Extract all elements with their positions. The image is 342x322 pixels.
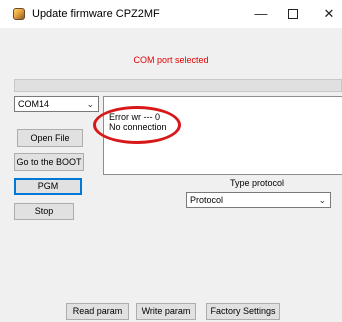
annotation-circle xyxy=(93,106,181,144)
stop-button[interactable]: Stop xyxy=(14,203,74,220)
maximize-icon xyxy=(288,8,298,19)
progress-bar xyxy=(14,79,342,92)
factory-settings-button[interactable]: Factory Settings xyxy=(206,303,280,320)
protocol-select[interactable]: Protocol ⌄ xyxy=(186,192,331,208)
write-param-button[interactable]: Write param xyxy=(136,303,196,320)
maximize-button[interactable] xyxy=(278,4,308,24)
title-bar: Update firmware CPZ2MF — ✕ xyxy=(0,0,342,28)
status-text: COM port selected xyxy=(133,55,209,65)
type-protocol-label: Type protocol xyxy=(230,178,285,188)
read-param-button[interactable]: Read param xyxy=(66,303,129,320)
protocol-value: Protocol xyxy=(190,195,224,205)
open-file-button[interactable]: Open File xyxy=(17,129,83,147)
com-port-select[interactable]: COM14 ⌄ xyxy=(14,96,99,112)
go-to-boot-button[interactable]: Go to the BOOT xyxy=(14,153,84,171)
window-title: Update firmware CPZ2MF xyxy=(32,8,160,20)
pgm-button[interactable]: PGM xyxy=(14,178,82,195)
chevron-down-icon: ⌄ xyxy=(318,195,326,205)
com-port-value: COM14 xyxy=(18,99,50,109)
chevron-down-icon: ⌄ xyxy=(86,99,94,109)
close-button[interactable]: ✕ xyxy=(314,4,342,24)
app-icon xyxy=(13,8,25,20)
minimize-button[interactable]: — xyxy=(246,4,276,24)
